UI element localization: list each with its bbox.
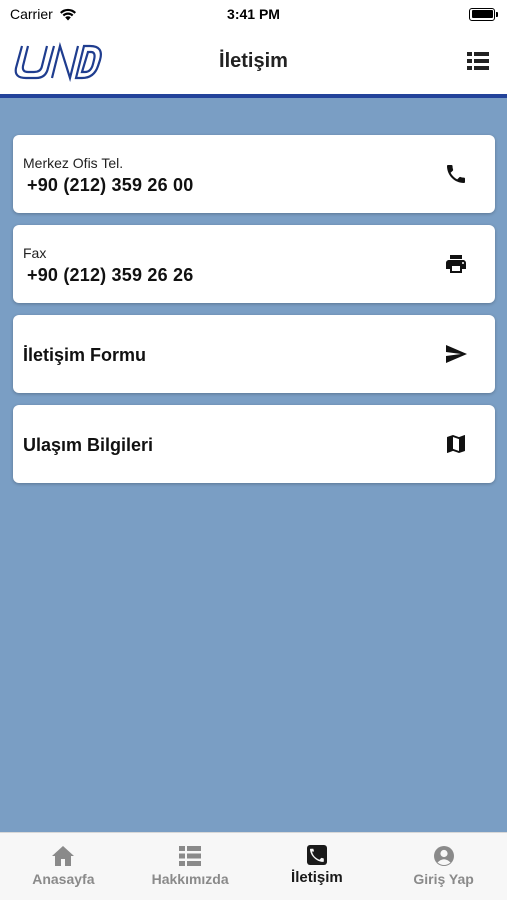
status-left: Carrier (10, 6, 77, 22)
contact-form-title: İletişim Formu (23, 345, 147, 365)
list-icon[interactable] (467, 51, 489, 71)
page-title: İletişim (219, 49, 288, 72)
tab-about[interactable]: Hakkımızda (127, 833, 254, 900)
wifi-icon (59, 8, 76, 20)
tab-login-label: Giriş Yap (413, 871, 474, 887)
contact-list: Merkez Ofis Tel. +90 (212) 359 26 00 Fax… (13, 135, 495, 495)
fax-card[interactable]: Fax +90 (212) 359 26 26 (13, 225, 495, 303)
tab-about-label: Hakkımızda (151, 871, 229, 887)
fax-number: +90 (212) 359 26 26 (27, 265, 194, 285)
printer-icon (446, 255, 466, 273)
contact-form-card[interactable]: İletişim Formu (13, 315, 495, 393)
transport-info-title: Ulaşım Bilgileri (23, 435, 154, 455)
tab-login[interactable]: Giriş Yap (380, 833, 507, 900)
phone-square-icon (306, 845, 327, 865)
tab-contact-label: İletişim (291, 869, 343, 886)
tab-bar: Anasayfa Hakkımızda İletişim Giriş Yap (0, 832, 507, 900)
send-icon (446, 345, 467, 363)
phone-number: +90 (212) 359 26 00 (27, 175, 194, 195)
battery-icon (469, 7, 498, 21)
phone-icon (447, 165, 465, 183)
status-bar: Carrier 3:41 PM (0, 0, 507, 28)
list-icon (179, 846, 202, 866)
carrier-label: Carrier (10, 6, 53, 22)
fax-label: Fax (23, 245, 47, 261)
header: İletişim (0, 28, 507, 94)
user-circle-icon (433, 846, 454, 866)
map-icon (447, 435, 465, 453)
header-accent-bar (0, 94, 507, 98)
phone-label: Merkez Ofis Tel. (23, 155, 124, 171)
tab-home[interactable]: Anasayfa (0, 833, 127, 900)
tab-home-label: Anasayfa (32, 871, 95, 887)
phone-card[interactable]: Merkez Ofis Tel. +90 (212) 359 26 00 (13, 135, 495, 213)
home-icon (52, 846, 75, 866)
und-logo[interactable] (14, 42, 102, 82)
tab-contact[interactable]: İletişim (254, 833, 381, 900)
transport-info-card[interactable]: Ulaşım Bilgileri (13, 405, 495, 483)
